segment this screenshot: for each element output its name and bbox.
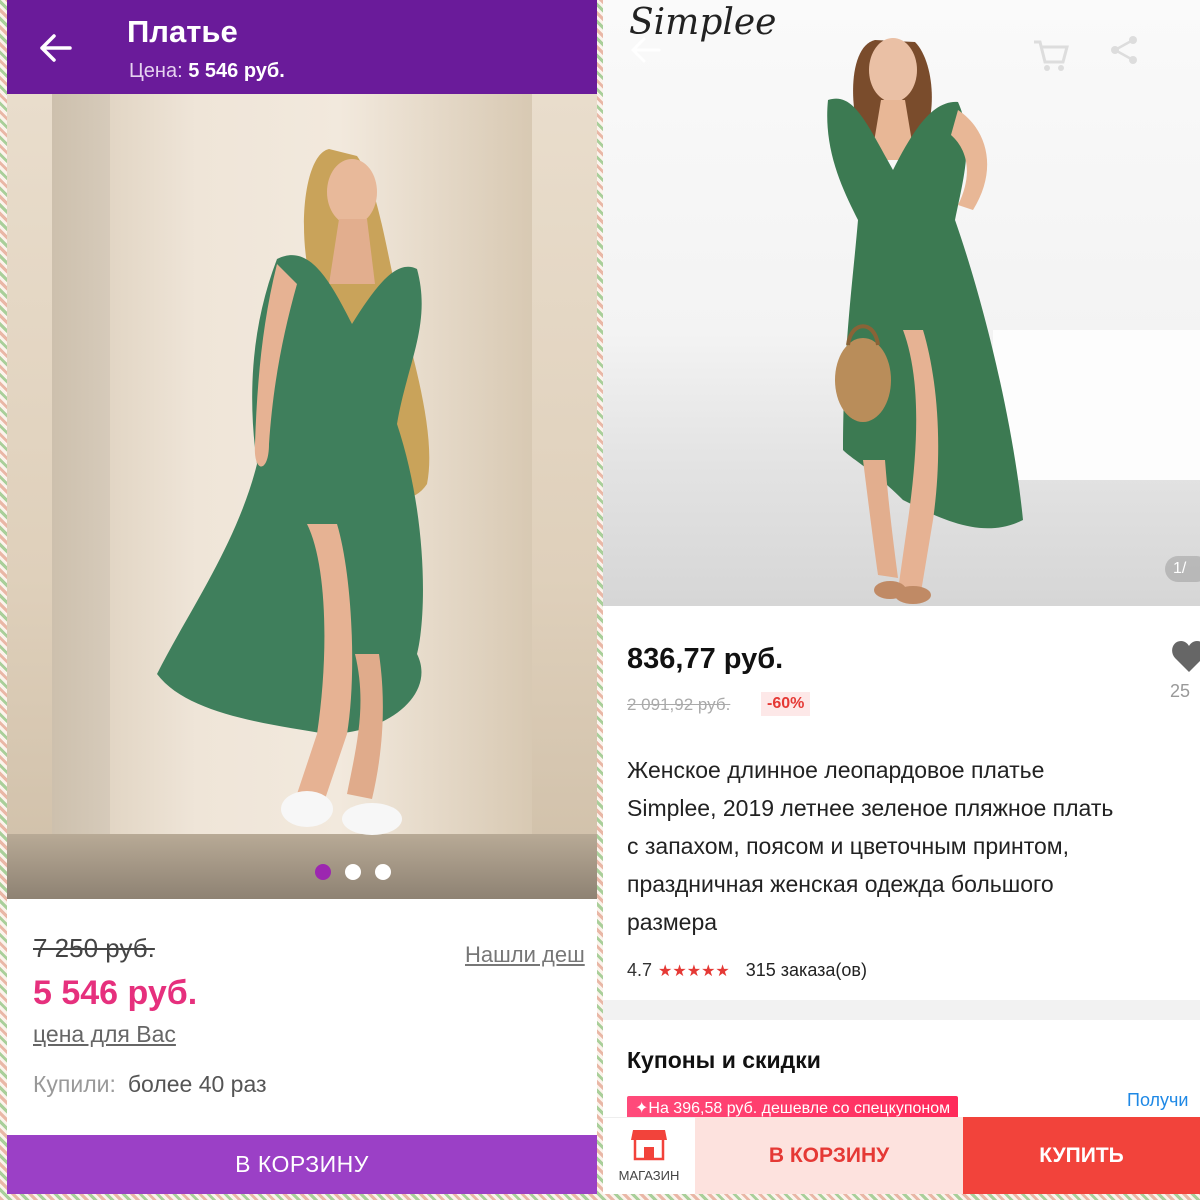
bought-label: Купили: bbox=[33, 1071, 116, 1097]
bought-value: более 40 раз bbox=[127, 1071, 267, 1097]
model-figure bbox=[157, 149, 430, 835]
header-price-value: 5 546 руб. bbox=[188, 60, 285, 82]
store-button[interactable]: МАГАЗИН bbox=[603, 1117, 695, 1194]
add-to-cart-button[interactable]: В КОРЗИНУ bbox=[695, 1117, 963, 1194]
store-label: МАГАЗИН bbox=[618, 1168, 680, 1183]
bottom-action-bar: МАГАЗИН В КОРЗИНУ КУПИТЬ bbox=[603, 1117, 1200, 1194]
right-app-screen: Simplee 1/ 836,77 руб. 2 091,92 руб. -60… bbox=[603, 0, 1200, 1194]
current-price: 5 546 руб. bbox=[33, 974, 198, 1012]
discount-badge: -60% bbox=[761, 692, 811, 716]
carousel-dot[interactable] bbox=[315, 864, 331, 880]
current-price: 836,77 руб. bbox=[627, 643, 784, 675]
old-price: 2 091,92 руб. bbox=[627, 695, 731, 714]
cart-icon[interactable] bbox=[1031, 34, 1071, 74]
favorites-count: 25 bbox=[1170, 681, 1191, 701]
header-price: Цена: 5 546 руб. bbox=[129, 60, 285, 83]
carousel-dot[interactable] bbox=[345, 864, 361, 880]
found-cheaper-link[interactable]: Нашли деш bbox=[465, 942, 585, 968]
buy-now-button[interactable]: КУПИТЬ bbox=[963, 1117, 1200, 1194]
left-app-screen: Платье Цена: 5 546 руб. 7 250 руб. Нашли… bbox=[7, 0, 597, 1194]
back-arrow-icon[interactable] bbox=[35, 28, 75, 68]
carousel-dot[interactable] bbox=[375, 864, 391, 880]
model-figure bbox=[827, 38, 1023, 604]
store-icon bbox=[629, 1126, 669, 1162]
rating-value: 4.7 bbox=[627, 960, 653, 980]
rating-stars: ★★★★★ bbox=[658, 962, 730, 980]
header-price-label: Цена: bbox=[129, 60, 183, 82]
get-coupon-link[interactable]: Получи bbox=[1127, 1090, 1189, 1111]
bought-count: Купили: более 40 раз bbox=[33, 1071, 267, 1098]
old-price: 7 250 руб. bbox=[33, 933, 155, 963]
rating-row: 4.7 ★★★★★ 315 заказа(ов) bbox=[627, 960, 867, 981]
image-counter: 1/ bbox=[1165, 556, 1200, 582]
back-arrow-icon[interactable] bbox=[629, 34, 669, 74]
left-header: Платье Цена: 5 546 руб. bbox=[7, 0, 597, 94]
section-divider bbox=[603, 1000, 1200, 1020]
orders-count: 315 заказа(ов) bbox=[745, 960, 867, 980]
product-photo[interactable]: Simplee 1/ bbox=[603, 0, 1200, 606]
carousel-dots[interactable] bbox=[315, 864, 391, 880]
heart-icon[interactable] bbox=[1169, 636, 1200, 676]
price-for-you-link[interactable]: цена для Вас bbox=[33, 1021, 176, 1048]
product-photo[interactable] bbox=[7, 94, 597, 899]
share-icon[interactable] bbox=[1108, 34, 1144, 74]
coupons-title: Купоны и скидки bbox=[627, 1047, 821, 1073]
product-description: Женское длинное леопардовое платье Simpl… bbox=[627, 757, 1114, 935]
add-to-cart-button[interactable]: В КОРЗИНУ bbox=[7, 1135, 597, 1194]
page-title: Платье bbox=[127, 14, 238, 49]
